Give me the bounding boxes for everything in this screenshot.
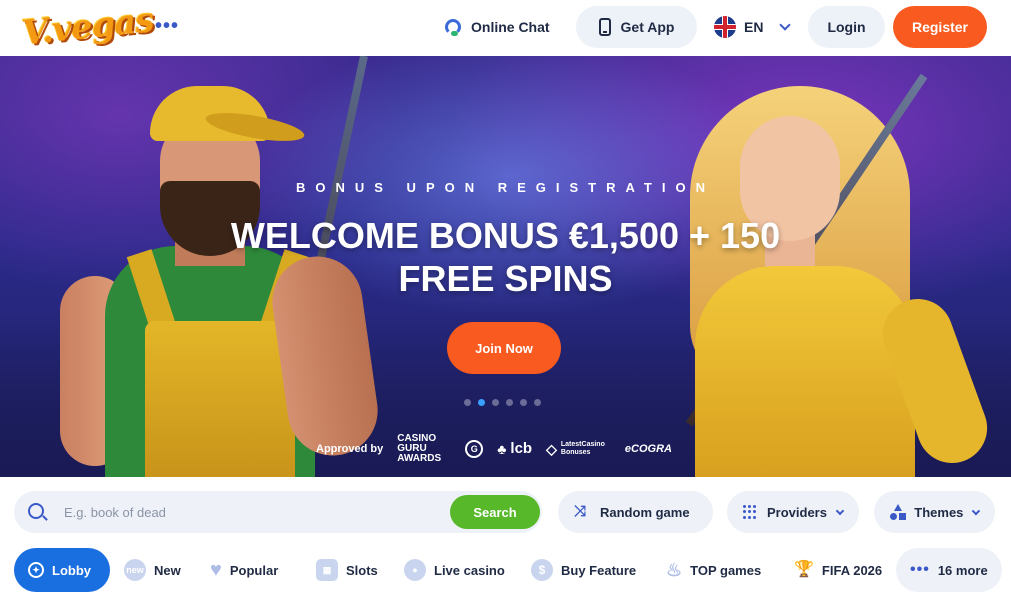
slot-machine-icon: ▦ <box>316 559 338 581</box>
login-button[interactable]: Login <box>808 6 885 48</box>
search-icon <box>28 503 44 519</box>
search-button[interactable]: Search <box>450 495 540 529</box>
hero-banner[interactable]: BONUS UPON REGISTRATION WELCOME BONUS €1… <box>0 56 1011 477</box>
trophy-icon: 🏆 <box>794 561 814 578</box>
online-chat-label: Online Chat <box>471 19 550 35</box>
grid-dots-icon <box>743 505 757 519</box>
approved-by-label: Approved by <box>316 443 384 455</box>
tab-buy-feature[interactable]: $ Buy Feature <box>531 548 636 592</box>
category-tabs: ✦ Lobby new New ♥ Popular ▦ Slots ● Live… <box>14 548 1004 592</box>
hero-title: WELCOME BONUS €1,500 + 150 FREE SPINS <box>230 215 781 299</box>
carousel-dot-active[interactable] <box>478 399 485 406</box>
random-game-label: Random game <box>600 504 690 520</box>
laurel-icon: G <box>465 440 484 458</box>
themes-label: Themes <box>914 504 964 520</box>
tab-popular[interactable]: ♥ Popular <box>210 548 278 592</box>
providers-label: Providers <box>767 504 827 520</box>
more-menu-icon[interactable]: ••• <box>155 16 179 40</box>
chevron-down-icon <box>835 506 845 515</box>
carousel-dot[interactable] <box>506 399 513 406</box>
search-button-label: Search <box>473 504 517 520</box>
tab-new[interactable]: new New <box>124 548 181 592</box>
approved-by-row: Approved by CASINO GURU AWARDS G ♣ lcb ◇ L… <box>316 434 672 464</box>
more-dots-icon: ••• <box>910 561 930 578</box>
providers-dropdown[interactable]: Providers <box>727 491 859 533</box>
latest-casino-bonuses-logo: ◇ LatestCasino Bonuses <box>546 441 605 457</box>
carousel-dot[interactable] <box>464 399 471 406</box>
carousel-dots <box>464 399 541 406</box>
heart-icon: ♥ <box>210 559 222 581</box>
carousel-dot[interactable] <box>492 399 499 406</box>
casino-guru-award-logo: CASINO GURU AWARDS G <box>397 434 484 464</box>
lobby-icon: ✦ <box>28 562 44 578</box>
uk-flag-icon <box>714 16 736 38</box>
live-icon: ● <box>404 559 426 581</box>
register-button[interactable]: Register <box>893 6 987 48</box>
tab-lobby[interactable]: ✦ Lobby <box>14 548 110 592</box>
site-logo[interactable]: V.vegas <box>20 0 155 59</box>
ecogra-logo: eCOGRA <box>624 443 672 455</box>
search-input[interactable] <box>64 491 444 533</box>
register-label: Register <box>911 19 969 35</box>
get-app-button[interactable]: Get App <box>576 6 697 48</box>
tab-top-games[interactable]: ♨ TOP games <box>666 548 761 592</box>
dollar-icon: $ <box>531 559 553 581</box>
join-now-label: Join Now <box>475 340 533 356</box>
hero-subtitle: BONUS UPON REGISTRATION <box>296 180 715 195</box>
carousel-dot[interactable] <box>534 399 541 406</box>
games-filter-panel: Search ⤨ Random game Providers Themes ✦ … <box>0 477 1011 599</box>
language-code: EN <box>744 19 764 35</box>
login-label: Login <box>827 19 866 35</box>
online-chat-link[interactable]: Online Chat <box>443 13 550 41</box>
tab-live-casino[interactable]: ● Live casino <box>404 548 505 592</box>
random-game-button[interactable]: ⤨ Random game <box>558 491 713 533</box>
new-badge-icon: new <box>124 559 146 581</box>
tab-slots[interactable]: ▦ Slots <box>316 548 378 592</box>
flame-icon: ♨ <box>666 560 683 580</box>
get-app-label: Get App <box>620 19 675 35</box>
search-bar: Search <box>14 491 542 533</box>
lcb-logo: ♣ lcb <box>497 440 533 457</box>
headset-icon <box>443 17 463 37</box>
carousel-dot[interactable] <box>520 399 527 406</box>
themes-dropdown[interactable]: Themes <box>874 491 995 533</box>
join-now-button[interactable]: Join Now <box>447 322 561 374</box>
phone-icon <box>598 18 611 36</box>
shapes-icon <box>890 504 906 520</box>
shuffle-icon: ⤨ <box>574 503 587 520</box>
logo-text: V.vegas <box>20 0 156 54</box>
language-selector[interactable]: EN <box>714 13 792 41</box>
chevron-down-icon <box>779 19 792 31</box>
chevron-down-icon <box>972 506 981 515</box>
top-header: V.vegas ••• Online Chat Get App EN Login… <box>0 0 1011 56</box>
tab-fifa-2026[interactable]: 🏆 FIFA 2026 <box>794 548 882 592</box>
tab-more[interactable]: ••• 16 more <box>896 548 1002 592</box>
